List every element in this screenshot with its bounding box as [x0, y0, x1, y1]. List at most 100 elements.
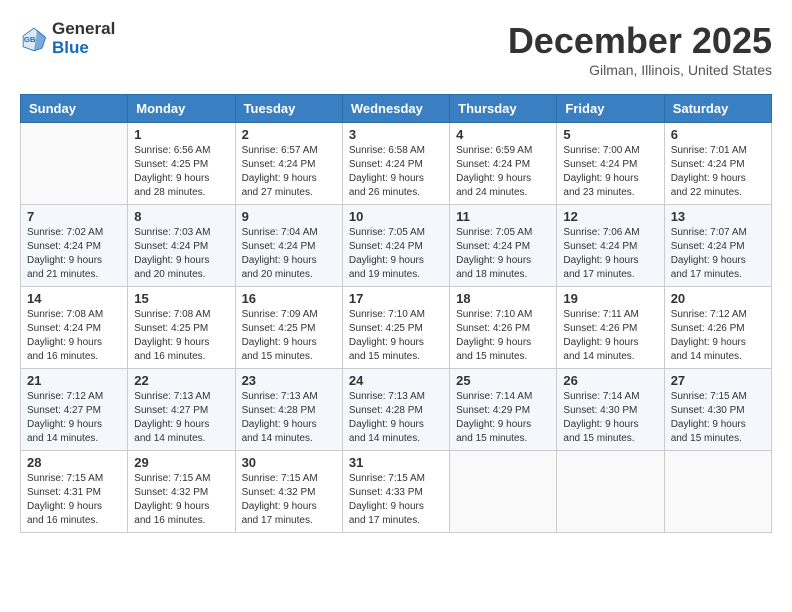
calendar-day-cell: 12 Sunrise: 7:06 AM Sunset: 4:24 PM Dayli… — [557, 205, 664, 287]
day-number: 10 — [349, 209, 443, 224]
location: Gilman, Illinois, United States — [508, 62, 772, 78]
day-number: 30 — [242, 455, 336, 470]
day-number: 27 — [671, 373, 765, 388]
calendar-day-cell: 2 Sunrise: 6:57 AM Sunset: 4:24 PM Daylig… — [235, 123, 342, 205]
calendar-week-row: 7Sunrise: 7:02 AM Sunset: 4:24 PM Daylig… — [21, 205, 772, 287]
day-number: 16 — [242, 291, 336, 306]
calendar-day-cell: 11Sunrise: 7:05 AM Sunset: 4:24 PM Dayli… — [450, 205, 557, 287]
calendar-day-cell: 30 Sunrise: 7:15 AM Sunset: 4:32 PM Dayli… — [235, 451, 342, 533]
day-info: Sunrise: 7:03 AM Sunset: 4:24 PM Dayligh… — [134, 226, 228, 282]
day-number: 23 — [242, 373, 336, 388]
calendar-day-cell: 14Sunrise: 7:08 AM Sunset: 4:24 PM Dayli… — [21, 287, 128, 369]
calendar-day-cell — [21, 123, 128, 205]
weekday-header-row: SundayMondayTuesdayWednesdayThursdayFrid… — [21, 95, 772, 123]
day-number: 17 — [349, 291, 443, 306]
calendar-day-cell: 31 Sunrise: 7:15 AM Sunset: 4:33 PM Dayli… — [342, 451, 449, 533]
day-number: 4 — [456, 127, 550, 142]
weekday-header: Monday — [128, 95, 235, 123]
day-info: Sunrise: 7:15 AM Sunset: 4:32 PM Dayligh… — [134, 472, 228, 528]
logo: GB General Blue — [20, 20, 115, 57]
day-info: Sunrise: 7:10 AM Sunset: 4:25 PM Dayligh… — [349, 308, 443, 364]
day-info: Sunrise: 7:01 AM Sunset: 4:24 PM Dayligh… — [671, 144, 765, 200]
day-info: Sunrise: 6:56 AM Sunset: 4:25 PM Dayligh… — [134, 144, 228, 200]
day-number: 7 — [27, 209, 121, 224]
day-info: Sunrise: 7:07 AM Sunset: 4:24 PM Dayligh… — [671, 226, 765, 282]
day-number: 22 — [134, 373, 228, 388]
day-info: Sunrise: 7:00 AM Sunset: 4:24 PM Dayligh… — [563, 144, 657, 200]
day-info: Sunrise: 7:08 AM Sunset: 4:24 PM Dayligh… — [27, 308, 121, 364]
day-number: 28 — [27, 455, 121, 470]
day-info: Sunrise: 7:14 AM Sunset: 4:30 PM Dayligh… — [563, 390, 657, 446]
calendar-day-cell: 3 Sunrise: 6:58 AM Sunset: 4:24 PM Daylig… — [342, 123, 449, 205]
day-number: 13 — [671, 209, 765, 224]
day-info: Sunrise: 7:09 AM Sunset: 4:25 PM Dayligh… — [242, 308, 336, 364]
day-number: 31 — [349, 455, 443, 470]
calendar-day-cell: 26 Sunrise: 7:14 AM Sunset: 4:30 PM Dayli… — [557, 369, 664, 451]
day-info: Sunrise: 7:05 AM Sunset: 4:24 PM Dayligh… — [349, 226, 443, 282]
calendar-day-cell: 17 Sunrise: 7:10 AM Sunset: 4:25 PM Dayli… — [342, 287, 449, 369]
day-info: Sunrise: 7:04 AM Sunset: 4:24 PM Dayligh… — [242, 226, 336, 282]
month-title: December 2025 — [508, 20, 772, 62]
calendar-day-cell: 18Sunrise: 7:10 AM Sunset: 4:26 PM Dayli… — [450, 287, 557, 369]
calendar-day-cell: 8 Sunrise: 7:03 AM Sunset: 4:24 PM Daylig… — [128, 205, 235, 287]
day-info: Sunrise: 7:08 AM Sunset: 4:25 PM Dayligh… — [134, 308, 228, 364]
weekday-header: Thursday — [450, 95, 557, 123]
calendar-day-cell: 10 Sunrise: 7:05 AM Sunset: 4:24 PM Dayli… — [342, 205, 449, 287]
calendar-day-cell: 9 Sunrise: 7:04 AM Sunset: 4:24 PM Daylig… — [235, 205, 342, 287]
page-header: GB General Blue December 2025 Gilman, Il… — [20, 20, 772, 78]
weekday-header: Sunday — [21, 95, 128, 123]
calendar-week-row: 28 Sunrise: 7:15 AM Sunset: 4:31 PM Dayli… — [21, 451, 772, 533]
calendar-day-cell: 13 Sunrise: 7:07 AM Sunset: 4:24 PM Dayli… — [664, 205, 771, 287]
day-info: Sunrise: 6:59 AM Sunset: 4:24 PM Dayligh… — [456, 144, 550, 200]
day-info: Sunrise: 7:13 AM Sunset: 4:27 PM Dayligh… — [134, 390, 228, 446]
day-info: Sunrise: 6:57 AM Sunset: 4:24 PM Dayligh… — [242, 144, 336, 200]
day-number: 3 — [349, 127, 443, 142]
calendar-day-cell: 20 Sunrise: 7:12 AM Sunset: 4:26 PM Dayli… — [664, 287, 771, 369]
calendar-week-row: 21Sunrise: 7:12 AM Sunset: 4:27 PM Dayli… — [21, 369, 772, 451]
logo-line1: General — [52, 20, 115, 39]
day-info: Sunrise: 7:06 AM Sunset: 4:24 PM Dayligh… — [563, 226, 657, 282]
calendar-day-cell: 28 Sunrise: 7:15 AM Sunset: 4:31 PM Dayli… — [21, 451, 128, 533]
day-number: 11 — [456, 209, 550, 224]
day-number: 9 — [242, 209, 336, 224]
day-info: Sunrise: 7:15 AM Sunset: 4:33 PM Dayligh… — [349, 472, 443, 528]
day-number: 24 — [349, 373, 443, 388]
calendar-day-cell: 24 Sunrise: 7:13 AM Sunset: 4:28 PM Dayli… — [342, 369, 449, 451]
calendar-day-cell: 21Sunrise: 7:12 AM Sunset: 4:27 PM Dayli… — [21, 369, 128, 451]
day-number: 29 — [134, 455, 228, 470]
day-info: Sunrise: 7:12 AM Sunset: 4:27 PM Dayligh… — [27, 390, 121, 446]
weekday-header: Wednesday — [342, 95, 449, 123]
calendar-day-cell — [450, 451, 557, 533]
day-number: 1 — [134, 127, 228, 142]
calendar-day-cell: 6Sunrise: 7:01 AM Sunset: 4:24 PM Daylig… — [664, 123, 771, 205]
day-number: 18 — [456, 291, 550, 306]
svg-text:GB: GB — [24, 35, 36, 44]
day-number: 20 — [671, 291, 765, 306]
calendar-day-cell — [664, 451, 771, 533]
calendar-day-cell: 29 Sunrise: 7:15 AM Sunset: 4:32 PM Dayli… — [128, 451, 235, 533]
day-info: Sunrise: 7:15 AM Sunset: 4:32 PM Dayligh… — [242, 472, 336, 528]
day-info: Sunrise: 7:15 AM Sunset: 4:30 PM Dayligh… — [671, 390, 765, 446]
calendar-table: SundayMondayTuesdayWednesdayThursdayFrid… — [20, 94, 772, 533]
day-number: 8 — [134, 209, 228, 224]
weekday-header: Saturday — [664, 95, 771, 123]
calendar-day-cell: 19Sunrise: 7:11 AM Sunset: 4:26 PM Dayli… — [557, 287, 664, 369]
title-block: December 2025 Gilman, Illinois, United S… — [508, 20, 772, 78]
day-info: Sunrise: 7:13 AM Sunset: 4:28 PM Dayligh… — [242, 390, 336, 446]
day-info: Sunrise: 7:11 AM Sunset: 4:26 PM Dayligh… — [563, 308, 657, 364]
day-number: 12 — [563, 209, 657, 224]
day-number: 26 — [563, 373, 657, 388]
day-info: Sunrise: 6:58 AM Sunset: 4:24 PM Dayligh… — [349, 144, 443, 200]
day-info: Sunrise: 7:14 AM Sunset: 4:29 PM Dayligh… — [456, 390, 550, 446]
day-number: 2 — [242, 127, 336, 142]
weekday-header: Friday — [557, 95, 664, 123]
logo-line2: Blue — [52, 39, 115, 58]
day-info: Sunrise: 7:15 AM Sunset: 4:31 PM Dayligh… — [27, 472, 121, 528]
calendar-week-row: 1 Sunrise: 6:56 AM Sunset: 4:25 PM Daylig… — [21, 123, 772, 205]
day-number: 15 — [134, 291, 228, 306]
calendar-day-cell: 16 Sunrise: 7:09 AM Sunset: 4:25 PM Dayli… — [235, 287, 342, 369]
calendar-week-row: 14Sunrise: 7:08 AM Sunset: 4:24 PM Dayli… — [21, 287, 772, 369]
day-info: Sunrise: 7:13 AM Sunset: 4:28 PM Dayligh… — [349, 390, 443, 446]
day-info: Sunrise: 7:12 AM Sunset: 4:26 PM Dayligh… — [671, 308, 765, 364]
calendar-day-cell: 7Sunrise: 7:02 AM Sunset: 4:24 PM Daylig… — [21, 205, 128, 287]
